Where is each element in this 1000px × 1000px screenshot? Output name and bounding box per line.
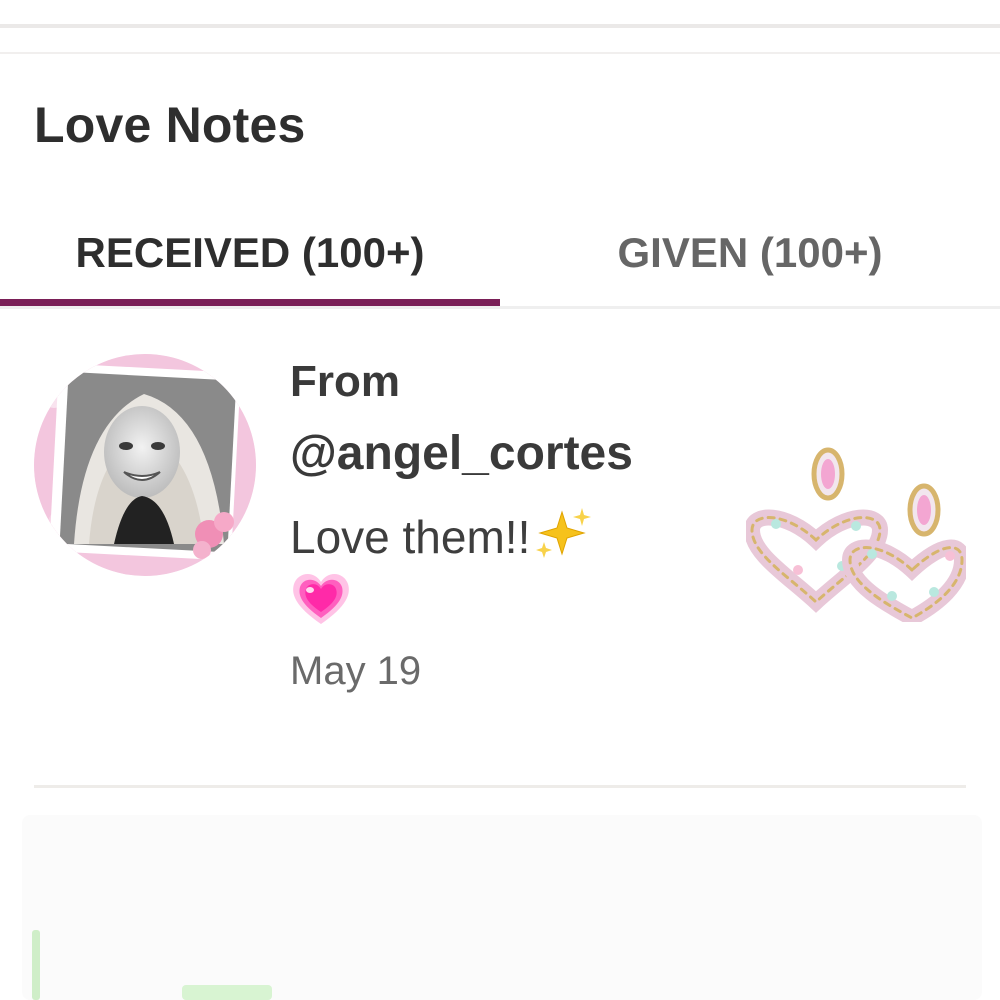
tabs-divider: [0, 306, 1000, 309]
sender-handle[interactable]: @angel_cortes: [290, 430, 720, 478]
love-note-item[interactable]: From @angel_cortes Love them!! May 19: [0, 330, 1000, 790]
from-label: From: [290, 357, 400, 406]
list-item[interactable]: [22, 815, 982, 1000]
list-divider: [34, 785, 966, 788]
note-date: May 19: [290, 649, 422, 693]
sparkles-icon: [536, 508, 592, 558]
top-strip: [0, 0, 1000, 56]
product-image[interactable]: [743, 442, 971, 628]
message-text: Love them!!: [290, 511, 531, 563]
growing-heart-icon: [293, 573, 349, 624]
note-message: Love them!!: [290, 506, 720, 560]
header-divider: [0, 52, 1000, 54]
tab-given[interactable]: GIVEN (100+): [500, 200, 1000, 306]
tab-bar: RECEIVED (100+) GIVEN (100+): [0, 200, 1000, 310]
avatar[interactable]: [34, 354, 256, 576]
top-divider: [0, 24, 1000, 28]
note-text: From @angel_cortes Love them!! May 19: [290, 357, 720, 693]
user-avatar-icon: [34, 354, 256, 576]
decorative-shape: [182, 985, 272, 1000]
tab-received[interactable]: RECEIVED (100+): [0, 200, 500, 306]
heart-earrings-image: [743, 447, 971, 628]
page-title: Love Notes: [34, 97, 306, 153]
decorative-shape: [32, 930, 40, 1000]
active-tab-indicator: [0, 299, 500, 306]
